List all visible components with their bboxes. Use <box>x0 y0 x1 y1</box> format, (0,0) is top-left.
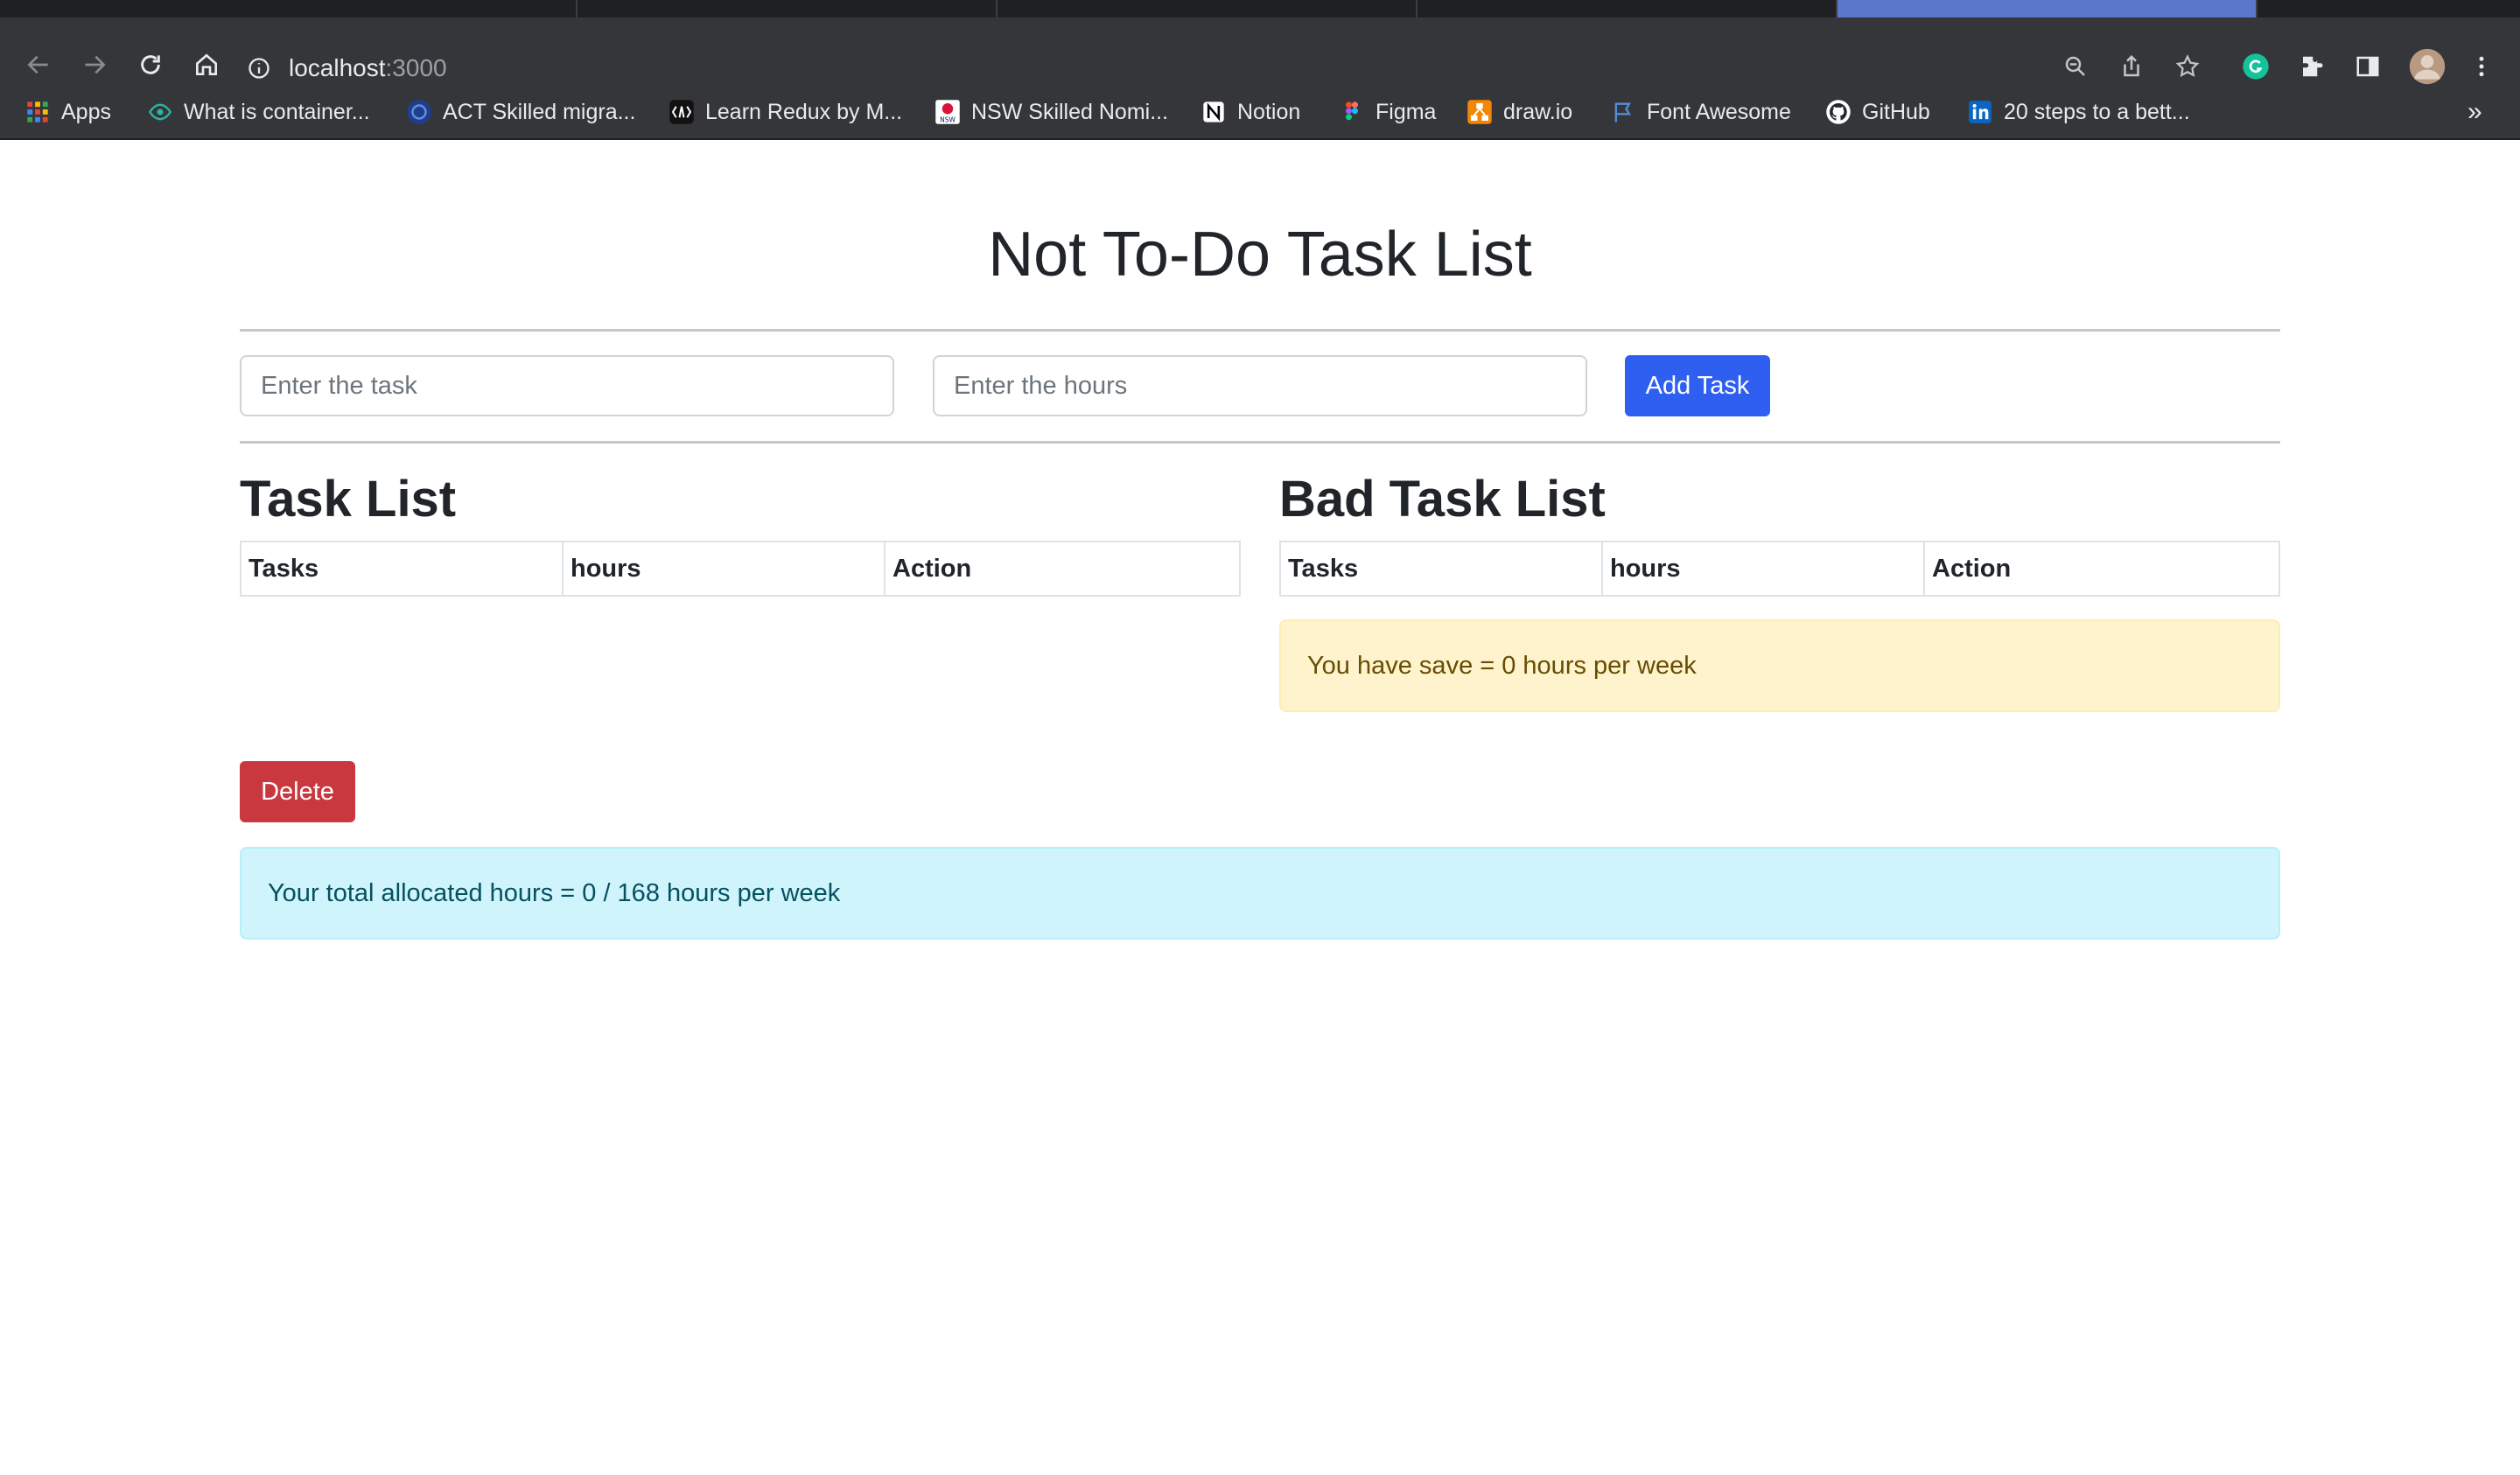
bookmark-notion[interactable]: Notion <box>1200 93 1300 131</box>
eye-icon <box>147 99 173 125</box>
task-input-placeholder: Enter the task <box>261 371 417 400</box>
column-header-action: Action <box>884 541 1241 597</box>
saved-hours-alert: You have save = 0 hours per week <box>1279 619 2280 712</box>
column-header-tasks: Tasks <box>240 541 564 597</box>
reload-icon <box>141 55 160 74</box>
forward-button[interactable] <box>79 49 110 80</box>
extensions-icon[interactable] <box>2296 51 2328 82</box>
bookmark-label: What is container... <box>184 99 370 124</box>
delete-button[interactable]: Delete <box>240 761 355 822</box>
browser-tab[interactable] <box>998 0 1418 17</box>
hours-input[interactable]: Enter the hours <box>933 355 1587 416</box>
flag-icon <box>1610 99 1636 125</box>
zoom-icon[interactable] <box>2060 51 2091 82</box>
divider <box>240 329 2280 332</box>
bookmark-github[interactable]: GitHub <box>1825 93 1930 131</box>
bookmarks-bar: Apps What is container... ACT Skilled mi… <box>0 86 2520 140</box>
drawio-icon <box>1466 99 1493 125</box>
bookmark-label: Figma <box>1376 99 1437 124</box>
bookmarks-overflow-button[interactable]: » <box>2468 93 2482 131</box>
bookmark-label: draw.io <box>1503 99 1573 124</box>
column-header-action: Action <box>1923 541 2280 597</box>
bookmark-learn-redux[interactable]: Learn Redux by M... <box>668 93 902 131</box>
bookmark-label: ACT Skilled migra... <box>443 99 636 124</box>
linkedin-icon <box>1967 99 1993 125</box>
bookmark-containers[interactable]: What is container... <box>147 93 370 131</box>
column-header-hours: hours <box>1601 541 1925 597</box>
add-task-button[interactable]: Add Task <box>1625 355 1770 416</box>
bookmark-label: Font Awesome <box>1647 99 1791 124</box>
bookmark-linkedin[interactable]: 20 steps to a bett... <box>1967 93 2190 131</box>
figma-icon <box>1339 99 1365 125</box>
profile-avatar[interactable] <box>2408 47 2446 86</box>
browser-tab[interactable] <box>158 0 578 17</box>
table-header-row: Tasks hours Action <box>240 541 1241 597</box>
browser-tab[interactable] <box>1418 0 1838 17</box>
bookmark-font-awesome[interactable]: Font Awesome <box>1610 93 1791 131</box>
task-input[interactable]: Enter the task <box>240 355 894 416</box>
url-host: localhost <box>289 54 386 81</box>
kebab-menu-icon[interactable] <box>2466 51 2497 82</box>
bookmark-label: Apps <box>61 99 111 124</box>
share-icon[interactable] <box>2116 51 2147 82</box>
bookmark-drawio[interactable]: draw.io <box>1466 93 1572 131</box>
home-icon <box>196 53 217 75</box>
bookmark-star-icon[interactable] <box>2172 51 2203 82</box>
home-button[interactable] <box>191 49 222 80</box>
notion-icon <box>1200 99 1227 125</box>
svg-text:NSW: NSW <box>940 115 956 123</box>
url-port: :3000 <box>385 54 447 81</box>
bookmark-label: NSW Skilled Nomi... <box>971 99 1169 124</box>
task-list-table: Tasks hours Action <box>240 541 1241 597</box>
bad-task-list-heading: Bad Task List <box>1279 471 1606 528</box>
arrow-left-icon <box>27 55 48 74</box>
browser-tab-active[interactable] <box>1838 0 2258 17</box>
grammarly-icon[interactable] <box>2240 51 2272 82</box>
bad-task-list-table: Tasks hours Action <box>1279 541 2280 597</box>
column-header-tasks: Tasks <box>1279 541 1603 597</box>
nsw-gov-icon: NSW <box>934 99 961 125</box>
apps-grid-icon <box>24 99 51 125</box>
page-title: Not To-Do Task List <box>988 220 1532 290</box>
bookmark-label: GitHub <box>1862 99 1930 124</box>
bookmark-label: 20 steps to a bett... <box>2004 99 2190 124</box>
arrow-right-icon <box>85 55 106 74</box>
bookmark-label: Notion <box>1237 99 1301 124</box>
hours-input-placeholder: Enter the hours <box>954 371 1128 400</box>
table-header-row: Tasks hours Action <box>1279 541 2280 597</box>
total-hours-alert: Your total allocated hours = 0 / 168 hou… <box>240 847 2280 940</box>
bookmark-figma[interactable]: Figma <box>1339 93 1436 131</box>
bookmark-label: Learn Redux by M... <box>705 99 903 124</box>
back-button[interactable] <box>23 49 54 80</box>
info-icon[interactable] <box>245 54 273 82</box>
bookmark-act-skilled[interactable]: ACT Skilled migra... <box>406 93 635 131</box>
divider <box>240 441 2280 444</box>
reload-button[interactable] <box>135 49 166 80</box>
github-icon <box>1825 99 1852 125</box>
redux-icon <box>668 99 695 125</box>
bookmark-nsw-skilled[interactable]: NSW NSW Skilled Nomi... <box>934 93 1168 131</box>
chevron-double-right-icon: » <box>2468 97 2482 126</box>
bookmark-apps[interactable]: Apps <box>24 93 111 131</box>
task-list-heading: Task List <box>240 471 457 528</box>
column-header-hours: hours <box>562 541 886 597</box>
act-gov-icon <box>406 99 432 125</box>
tab-strip <box>0 0 2520 17</box>
side-panel-icon[interactable] <box>2352 51 2384 82</box>
browser-tab[interactable] <box>578 0 998 17</box>
